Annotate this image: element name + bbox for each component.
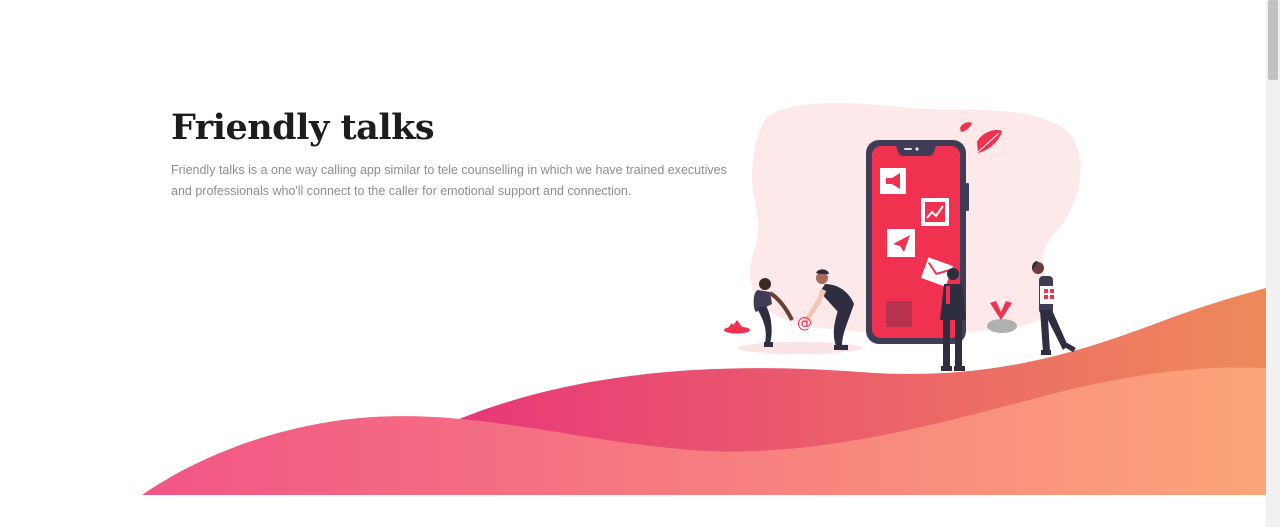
megaphone-icon	[880, 168, 906, 194]
paper-plane-icon	[887, 229, 915, 257]
at-symbol: @	[797, 314, 812, 332]
hero-title: Friendly talks	[171, 107, 435, 148]
scrollbar-thumb[interactable]	[1268, 0, 1278, 80]
hero-description: Friendly talks is a one way calling app …	[171, 163, 727, 198]
hero-text: Friendly talks Friendly talks is a one w…	[171, 106, 731, 202]
flower-icon	[724, 320, 750, 334]
hero-illustration: @	[724, 103, 1081, 371]
page: Friendly talks Friendly talks is a one w…	[0, 0, 1266, 527]
chart-icon	[921, 198, 949, 226]
